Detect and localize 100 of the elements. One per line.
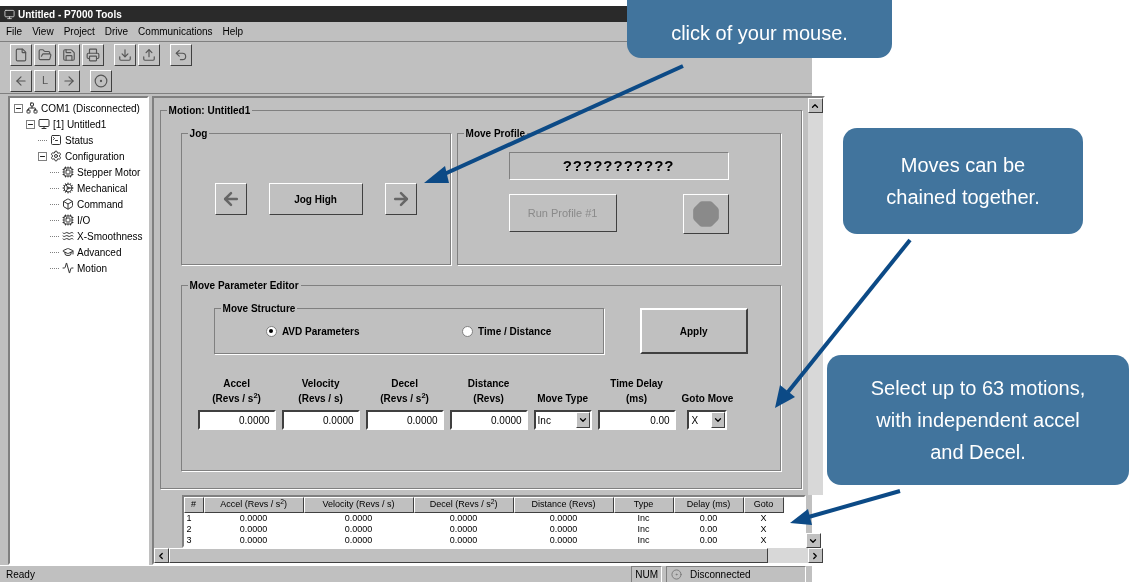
menu-item[interactable]: View xyxy=(32,24,54,39)
table-cell-text: 0.0000 xyxy=(238,535,269,546)
dropdown-value: Inc xyxy=(536,413,551,428)
network-icon xyxy=(26,102,38,114)
jog-button[interactable]: Jog High xyxy=(268,183,363,215)
collapse-icon[interactable] xyxy=(14,103,23,113)
table-cell-text: 0.0000 xyxy=(238,524,269,535)
input-field[interactable]: 0.00 xyxy=(597,410,676,430)
window-title: Untitled - P7000 Tools xyxy=(18,7,122,22)
tree-item[interactable]: Configuration xyxy=(65,148,125,164)
table-cell-text: 0.0000 xyxy=(448,535,479,546)
tree-item[interactable]: X-Smoothness xyxy=(77,228,143,244)
left-arrow-button[interactable] xyxy=(10,69,32,92)
disc-icon xyxy=(94,73,108,88)
column-header[interactable]: Goto xyxy=(743,497,784,513)
input-field[interactable]: 0.0000 xyxy=(365,410,444,430)
column-header[interactable]: Delay (ms) xyxy=(673,497,744,513)
profile-display: ??????????? xyxy=(508,152,729,180)
dropdown-value: X xyxy=(690,413,699,428)
tree-item[interactable]: Command xyxy=(77,196,124,212)
table-cell-text: 0.00 xyxy=(698,524,719,535)
connection-text: Disconnected xyxy=(690,567,751,582)
jog-right-button[interactable] xyxy=(384,183,417,215)
table-cell-text: Inc xyxy=(636,524,651,535)
jog-left-button[interactable] xyxy=(214,183,247,215)
download-button[interactable] xyxy=(114,44,136,66)
tree-item[interactable]: Advanced xyxy=(77,244,122,260)
radio-button[interactable] xyxy=(462,325,474,337)
scroll-right-icon[interactable] xyxy=(807,548,823,563)
callout-text: Select up to 63 motions, with independent accel and Decel. xyxy=(869,376,1087,465)
connection-icon xyxy=(671,568,682,580)
menu-item[interactable]: Drive xyxy=(104,24,129,39)
open-folder-button[interactable] xyxy=(34,44,56,66)
save-button[interactable] xyxy=(58,44,80,66)
num-indicator: NUM xyxy=(631,565,662,582)
undo-button[interactable] xyxy=(170,44,192,66)
table-cell-text: 0.0000 xyxy=(548,524,579,535)
undo-icon xyxy=(174,48,188,62)
table-cell-text: 0.00 xyxy=(698,535,719,546)
disc-button[interactable] xyxy=(90,69,112,92)
upload-icon xyxy=(142,48,156,62)
download-icon xyxy=(118,48,132,62)
column-header[interactable]: Accel (Revs / s$^{2}$) xyxy=(203,497,304,513)
input-field[interactable]: 0.0000 xyxy=(281,410,360,430)
right-arrow-button[interactable] xyxy=(58,69,80,92)
column-header[interactable]: # xyxy=(183,497,204,513)
tree-item[interactable]: Mechanical xyxy=(77,180,128,196)
new-file-button[interactable] xyxy=(10,44,32,66)
radio-label: Time / Distance xyxy=(478,324,552,339)
table-cell-text: X xyxy=(759,513,768,524)
scroll-up-icon[interactable] xyxy=(807,98,823,113)
dropdown[interactable]: X xyxy=(687,410,728,430)
table-cell-text: 0.0000 xyxy=(343,513,374,524)
field-label: (Revs / s) xyxy=(298,392,343,406)
callout-text: click of your mouse. xyxy=(671,21,848,46)
column-header[interactable]: Velocity (Revs / s) xyxy=(303,497,414,513)
table-cell-text: X xyxy=(759,524,768,535)
chip-icon xyxy=(62,166,74,178)
table-cell-text: 1 xyxy=(185,513,193,524)
print-icon xyxy=(86,48,100,62)
menu-item[interactable]: Help xyxy=(222,24,244,39)
collapse-icon[interactable] xyxy=(38,151,47,161)
collapse-icon[interactable] xyxy=(26,119,35,129)
menu-item[interactable]: Communications xyxy=(138,24,213,39)
table-cell-text: Inc xyxy=(636,513,651,524)
input-field[interactable]: 0.0000 xyxy=(197,410,276,430)
print-button[interactable] xyxy=(82,44,104,66)
tree-item[interactable]: Motion xyxy=(77,260,107,276)
vertical-scrollbar[interactable] xyxy=(807,98,823,495)
field-label: Goto Move xyxy=(681,392,734,406)
pulse-icon xyxy=(62,262,74,274)
field-label: Move Type xyxy=(537,392,589,406)
upload-button[interactable] xyxy=(138,44,160,66)
tree-item[interactable]: Stepper Motor xyxy=(77,164,141,180)
field-label: Time Delay xyxy=(610,377,663,391)
scroll-left-icon[interactable] xyxy=(153,548,169,563)
column-header[interactable]: Distance (Revs) xyxy=(513,497,614,513)
column-header[interactable]: Decel (Revs / s$^{2}$) xyxy=(413,497,514,513)
radio-button[interactable] xyxy=(265,325,277,337)
tree-item[interactable]: I/O xyxy=(77,212,91,228)
tree-item[interactable]: Status xyxy=(65,132,94,148)
field-label: (ms) xyxy=(626,392,648,406)
table-cell-text: 0.0000 xyxy=(448,513,479,524)
menu-item[interactable]: Project xyxy=(63,24,95,39)
apply-button[interactable]: Apply xyxy=(639,308,748,354)
field-label: Accel xyxy=(223,377,250,391)
table-cell-text: 0.00 xyxy=(698,513,719,524)
column-header[interactable]: Type xyxy=(613,497,674,513)
table-cell-text: 0.0000 xyxy=(343,524,374,535)
tree-item[interactable]: COM1 (Disconnected) xyxy=(41,100,140,116)
dropdown[interactable]: Inc xyxy=(533,410,592,430)
table-cell-text: 0.0000 xyxy=(448,524,479,535)
menu-item[interactable]: File xyxy=(6,24,23,39)
tree-item[interactable]: [1] Untitled1 xyxy=(53,116,107,132)
cap-icon xyxy=(62,246,74,258)
input-field[interactable]: 0.0000 xyxy=(449,410,528,430)
table-cell-text: 0.0000 xyxy=(238,513,269,524)
cogs-icon xyxy=(62,182,74,194)
computer-icon xyxy=(38,118,50,130)
letter-button[interactable]: L xyxy=(34,69,56,92)
